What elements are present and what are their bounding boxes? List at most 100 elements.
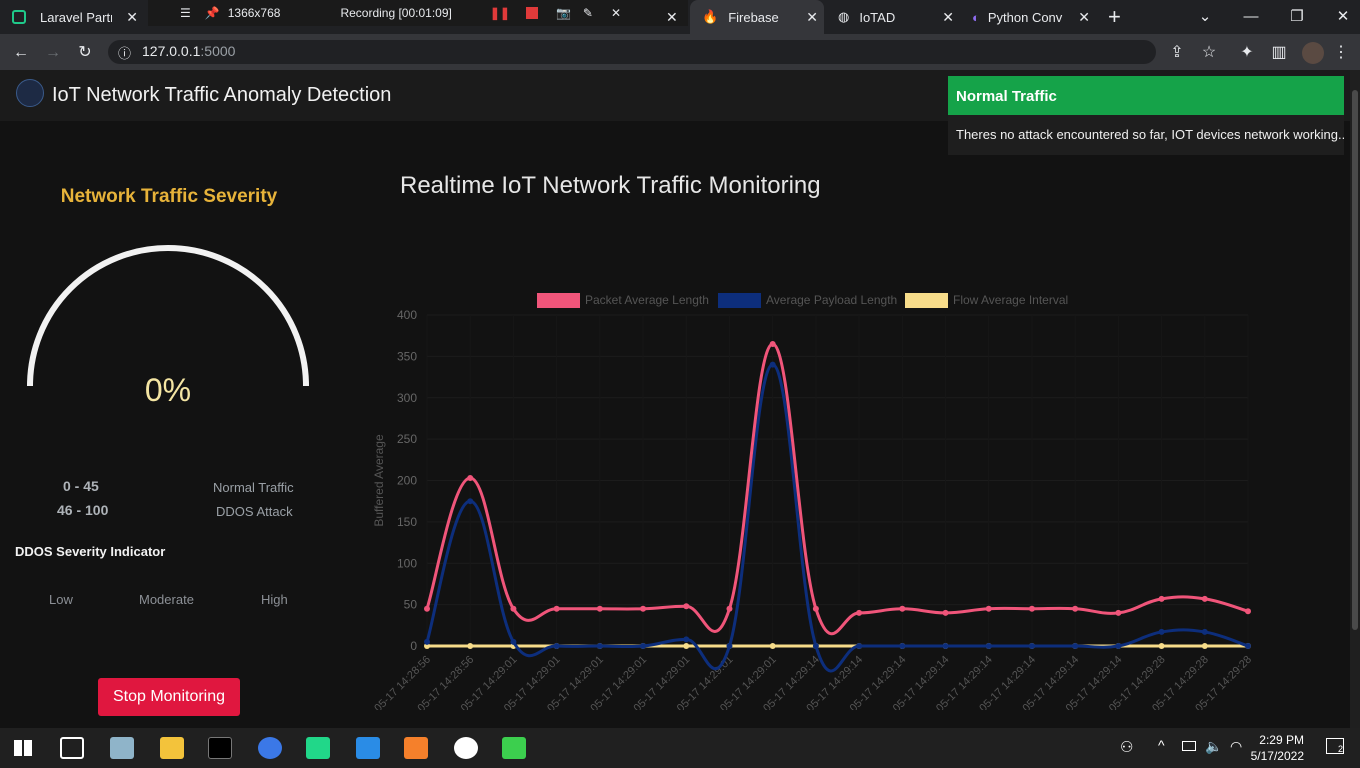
data-point[interactable] xyxy=(1028,643,1035,649)
brand-title[interactable]: IoT Network Traffic Anomaly Detection xyxy=(52,84,391,107)
address-bar[interactable]: ⓘ xyxy=(108,40,1156,64)
data-point[interactable] xyxy=(899,605,906,612)
task-view-icon[interactable] xyxy=(60,737,84,759)
data-point[interactable] xyxy=(942,609,949,616)
close-recorder-icon[interactable]: ✕ xyxy=(611,6,621,20)
data-point[interactable] xyxy=(769,643,776,649)
data-point[interactable] xyxy=(985,643,992,649)
data-point[interactable] xyxy=(467,643,474,649)
tab-iotad[interactable]: ◍ IoTAD ✕ xyxy=(826,0,960,34)
data-point[interactable] xyxy=(856,609,863,616)
close-window-icon[interactable]: ✕ xyxy=(1320,0,1360,32)
data-point[interactable] xyxy=(942,643,949,649)
data-point[interactable] xyxy=(424,638,430,645)
close-tab-icon[interactable]: ✕ xyxy=(666,9,678,26)
minimize-icon[interactable]: — xyxy=(1228,0,1274,32)
menu-icon[interactable]: ☰ xyxy=(180,6,191,20)
data-point[interactable] xyxy=(467,475,474,482)
data-point[interactable] xyxy=(985,605,992,612)
data-point[interactable] xyxy=(424,605,430,612)
scrollbar-thumb[interactable] xyxy=(1352,90,1358,630)
data-point[interactable] xyxy=(640,643,647,649)
data-point[interactable] xyxy=(683,643,690,649)
tab-firebase[interactable]: 🔥 Firebase ✕ xyxy=(690,0,824,34)
data-point[interactable] xyxy=(726,643,733,649)
data-point[interactable] xyxy=(553,605,560,612)
url-text[interactable]: 127.0.0.1:5000 xyxy=(142,43,235,59)
camera-icon[interactable]: 📷 xyxy=(556,6,571,20)
side-panel-icon[interactable]: ▥ xyxy=(1268,42,1290,64)
legend-swatch[interactable] xyxy=(905,293,948,308)
obs-icon[interactable] xyxy=(454,737,478,759)
pen-icon[interactable]: ✎ xyxy=(583,6,593,20)
pin-icon[interactable]: 📌 xyxy=(205,6,220,20)
pause-icon[interactable]: ❚❚ xyxy=(490,6,510,20)
data-point[interactable] xyxy=(812,605,819,612)
vscode-icon[interactable] xyxy=(356,737,380,759)
extensions-icon[interactable]: ✦ xyxy=(1236,42,1258,64)
new-tab-button[interactable]: + xyxy=(1108,4,1121,30)
restore-icon[interactable]: ❐ xyxy=(1274,0,1320,32)
data-point[interactable] xyxy=(1158,643,1165,649)
data-point[interactable] xyxy=(1028,605,1035,612)
forward-icon[interactable]: → xyxy=(42,42,64,64)
reload-icon[interactable]: ↻ xyxy=(74,42,96,64)
file-explorer-icon[interactable] xyxy=(160,737,184,759)
data-point[interactable] xyxy=(553,643,560,649)
data-point[interactable] xyxy=(1115,643,1122,649)
legend-label[interactable]: Average Payload Length xyxy=(766,293,897,307)
tab-search-icon[interactable]: ⌄ xyxy=(1182,0,1228,32)
chrome-icon[interactable] xyxy=(258,737,282,759)
data-point[interactable] xyxy=(899,643,906,649)
data-point[interactable] xyxy=(769,361,776,368)
data-point[interactable] xyxy=(1072,605,1079,612)
volume-icon[interactable]: 🔈 xyxy=(1205,738,1222,755)
info-icon[interactable]: ⓘ xyxy=(118,43,131,62)
brand-logo-icon[interactable] xyxy=(16,79,44,107)
data-point[interactable] xyxy=(683,603,690,610)
data-point[interactable] xyxy=(510,638,517,645)
tab-laravel[interactable]: Laravel Partn ✕ xyxy=(12,0,144,34)
legend-swatch[interactable] xyxy=(718,293,761,308)
data-point[interactable] xyxy=(510,605,517,612)
close-tab-icon[interactable]: ✕ xyxy=(126,9,138,26)
wifi-icon[interactable]: ◠ xyxy=(1230,738,1242,755)
data-point[interactable] xyxy=(467,498,474,505)
chevron-up-icon[interactable]: ^ xyxy=(1158,737,1165,753)
close-tab-icon[interactable]: ✕ xyxy=(942,9,954,26)
data-point[interactable] xyxy=(1201,628,1208,635)
data-point[interactable] xyxy=(1072,643,1079,649)
data-point[interactable] xyxy=(726,605,733,612)
stop-record-icon[interactable] xyxy=(525,7,538,19)
data-point[interactable] xyxy=(812,643,819,649)
close-tab-icon[interactable]: ✕ xyxy=(1078,9,1090,26)
data-point[interactable] xyxy=(769,340,776,347)
data-point[interactable] xyxy=(1245,608,1251,615)
share-icon[interactable]: ⇪ xyxy=(1166,42,1188,64)
windows-start-icon[interactable] xyxy=(14,740,32,756)
data-point[interactable] xyxy=(856,643,863,649)
data-point[interactable] xyxy=(683,636,690,643)
data-point[interactable] xyxy=(640,605,647,612)
system-clock[interactable]: 2:29 PM 5/17/2022 xyxy=(1251,732,1304,764)
data-point[interactable] xyxy=(596,605,603,612)
profile-avatar[interactable] xyxy=(1302,42,1324,64)
legend-label[interactable]: Flow Average Interval xyxy=(953,293,1068,307)
data-point[interactable] xyxy=(1201,643,1208,649)
page-scrollbar[interactable] xyxy=(1350,70,1360,728)
data-point[interactable] xyxy=(596,643,603,649)
legend-swatch[interactable] xyxy=(537,293,580,308)
data-point[interactable] xyxy=(1245,643,1251,649)
tab-python[interactable]: ◐ Python Conv ✕ xyxy=(962,0,1096,34)
back-icon[interactable]: ← xyxy=(10,42,32,64)
people-icon[interactable]: ⚇ xyxy=(1120,738,1133,756)
notification-center-icon[interactable]: 2 xyxy=(1326,738,1344,754)
pycharm-icon[interactable] xyxy=(306,737,330,759)
data-point[interactable] xyxy=(1115,609,1122,616)
bookmark-star-icon[interactable]: ☆ xyxy=(1198,42,1220,64)
xampp-icon[interactable] xyxy=(404,737,428,759)
stop-monitoring-button[interactable]: Stop Monitoring xyxy=(98,678,240,716)
notepad-icon[interactable] xyxy=(110,737,134,759)
app-icon[interactable] xyxy=(502,737,526,759)
data-point[interactable] xyxy=(1201,595,1208,602)
